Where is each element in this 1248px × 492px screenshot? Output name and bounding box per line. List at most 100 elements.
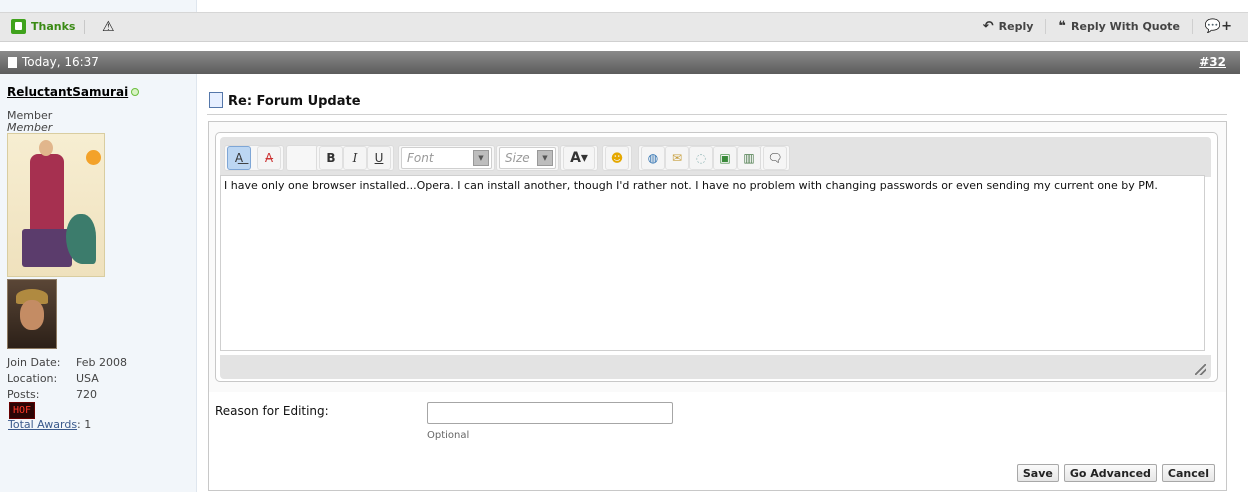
size-group: Size ▼ [496,145,559,171]
hakama-shape [22,229,72,267]
chevron-down-icon: ▼ [537,150,553,166]
smiley-icon[interactable]: ☻ [605,146,629,170]
multiquote-button[interactable]: 💬+ [1193,19,1232,34]
post-title-bar: Re: Forum Update [207,90,1227,115]
reply-button[interactable]: ↶ Reply [971,19,1047,34]
reply-actions: ↶ Reply ❝ Reply With Quote 💬+ [971,19,1232,34]
thumbs-up-icon [11,19,26,34]
resize-grip-icon[interactable] [1195,364,1206,375]
quote-group: 🗨 [760,145,790,171]
reason-input[interactable] [427,402,673,424]
underline-button[interactable]: U [367,146,391,170]
post-date-text: Today, 16:37 [22,55,99,69]
right-margin [1240,51,1248,492]
message-textarea[interactable]: I have only one browser installed...Oper… [220,175,1205,351]
post-header-bar: Today, 16:37 #32 [0,51,1240,74]
user-avatar-image [7,133,105,277]
quick-edit-frame: A͟ A̶ B I U Font ▼ Size ▼ A▾ ☻ ◍ ✉ ◌ ▣ ▥… [208,121,1227,393]
post-page-icon [209,92,223,108]
editor-container: A͟ A̶ B I U Font ▼ Size ▼ A▾ ☻ ◍ ✉ ◌ ▣ ▥… [215,132,1218,382]
color-group: A▾ [560,145,598,171]
quote-bubble-icon: ❝ [1058,19,1067,34]
username-text[interactable]: ReluctantSamurai [7,85,128,99]
insert-button-group: ◍ ✉ ◌ ▣ ▥ [638,145,764,171]
top-strip [0,0,1248,12]
join-date-label: Join Date: [7,355,61,369]
insert-image-icon[interactable]: ▣ [713,146,737,170]
join-date-row: Join Date: Feb 2008 [7,354,187,370]
posts-value: 720 [76,387,97,401]
user-profile-picture [7,279,57,349]
font-color-icon[interactable]: A▾ [563,146,595,170]
empty-button-group [286,145,318,171]
user-sidebar: ReluctantSamurai Member Member Join Date… [0,74,197,492]
thanks-button[interactable]: Thanks [11,19,75,34]
save-button[interactable]: Save [1016,464,1059,482]
reply-with-quote-button[interactable]: ❝ Reply With Quote [1046,19,1193,34]
edit-buttons: Save Go Advanced Cancel [1016,464,1215,482]
font-select[interactable]: Font ▼ [401,147,492,169]
location-value: USA [76,371,99,385]
peacock-shape [66,214,96,264]
wysiwyg-toggle-icon[interactable]: A͟ [227,146,251,170]
reply-label: Reply [998,20,1034,33]
text-format-group: B I U [316,145,394,171]
editor-resize-bar [220,355,1211,379]
join-date-value: Feb 2008 [76,355,127,369]
thanks-label: Thanks [31,20,76,33]
posts-row: Posts: 720 [7,386,187,402]
go-advanced-button[interactable]: Go Advanced [1063,464,1157,482]
location-row: Location: USA [7,370,187,386]
quote-button-group: 🗨 [760,145,790,171]
insert-video-icon[interactable]: ▥ [737,146,761,170]
total-awards-link[interactable]: Total Awards [8,418,77,431]
face-shape [20,300,44,330]
cancel-button[interactable]: Cancel [1161,464,1215,482]
smilie-button-group: ☻ [602,145,632,171]
mode-group: A͟ A̶ [224,145,284,171]
italic-button[interactable]: I [343,146,367,170]
awards-count: : 1 [77,418,92,431]
bold-button[interactable]: B [319,146,343,170]
username-link[interactable]: ReluctantSamurai [7,85,140,99]
posts-label: Posts: [7,387,40,401]
multiquote-plus-icon: 💬+ [1204,19,1232,34]
unlink-icon[interactable]: ◌ [689,146,713,170]
font-select-placeholder: Font [407,151,434,165]
optional-hint: Optional [427,430,470,441]
top-strip-sidebar [0,0,197,12]
sun-shape [86,150,101,165]
insert-group: ◍ ✉ ◌ ▣ ▥ [638,145,764,171]
size-select-group: Size ▼ [496,145,559,171]
smilie-group: ☻ [602,145,632,171]
post-number-link[interactable]: #32 [1199,55,1226,69]
reason-section: Reason for Editing: Optional Save Go Adv… [208,392,1227,491]
reason-label: Reason for Editing: [215,404,329,418]
user-info: Join Date: Feb 2008 Location: USA Posts:… [7,354,187,402]
remove-format-icon[interactable]: A̶ [257,146,281,170]
blank-group [286,145,318,171]
size-select-placeholder: Size [505,151,530,165]
post-date: Today, 16:37 [8,55,99,69]
size-select[interactable]: Size ▼ [499,147,556,169]
reply-arrow-icon: ↶ [982,19,994,34]
online-status-icon [131,88,140,96]
format-group: B I U [316,145,394,171]
hof-badge: HOF [9,402,35,419]
link-globe-icon[interactable]: ◍ [641,146,665,170]
reply-with-quote-label: Reply With Quote [1071,20,1180,33]
head-shape [39,140,53,156]
editor-toolbar: A͟ A̶ B I U Font ▼ Size ▼ A▾ ☻ ◍ ✉ ◌ ▣ ▥… [220,137,1211,177]
email-envelope-icon[interactable]: ✉ [665,146,689,170]
mode-toggle-group: A͟ A̶ [224,145,284,171]
post-document-icon [8,56,17,68]
chevron-down-icon: ▼ [473,150,489,166]
post-title: Re: Forum Update [228,94,361,109]
warning-icon[interactable]: ⚠ [102,19,115,35]
location-label: Location: [7,371,58,385]
font-select-group: Font ▼ [398,145,495,171]
post-action-bar: Thanks ⚠ ↶ Reply ❝ Reply With Quote 💬+ [0,12,1248,42]
font-group: Font ▼ [398,145,495,171]
font-color-group: A▾ [560,145,598,171]
quote-bubble-icon[interactable]: 🗨 [763,146,787,170]
